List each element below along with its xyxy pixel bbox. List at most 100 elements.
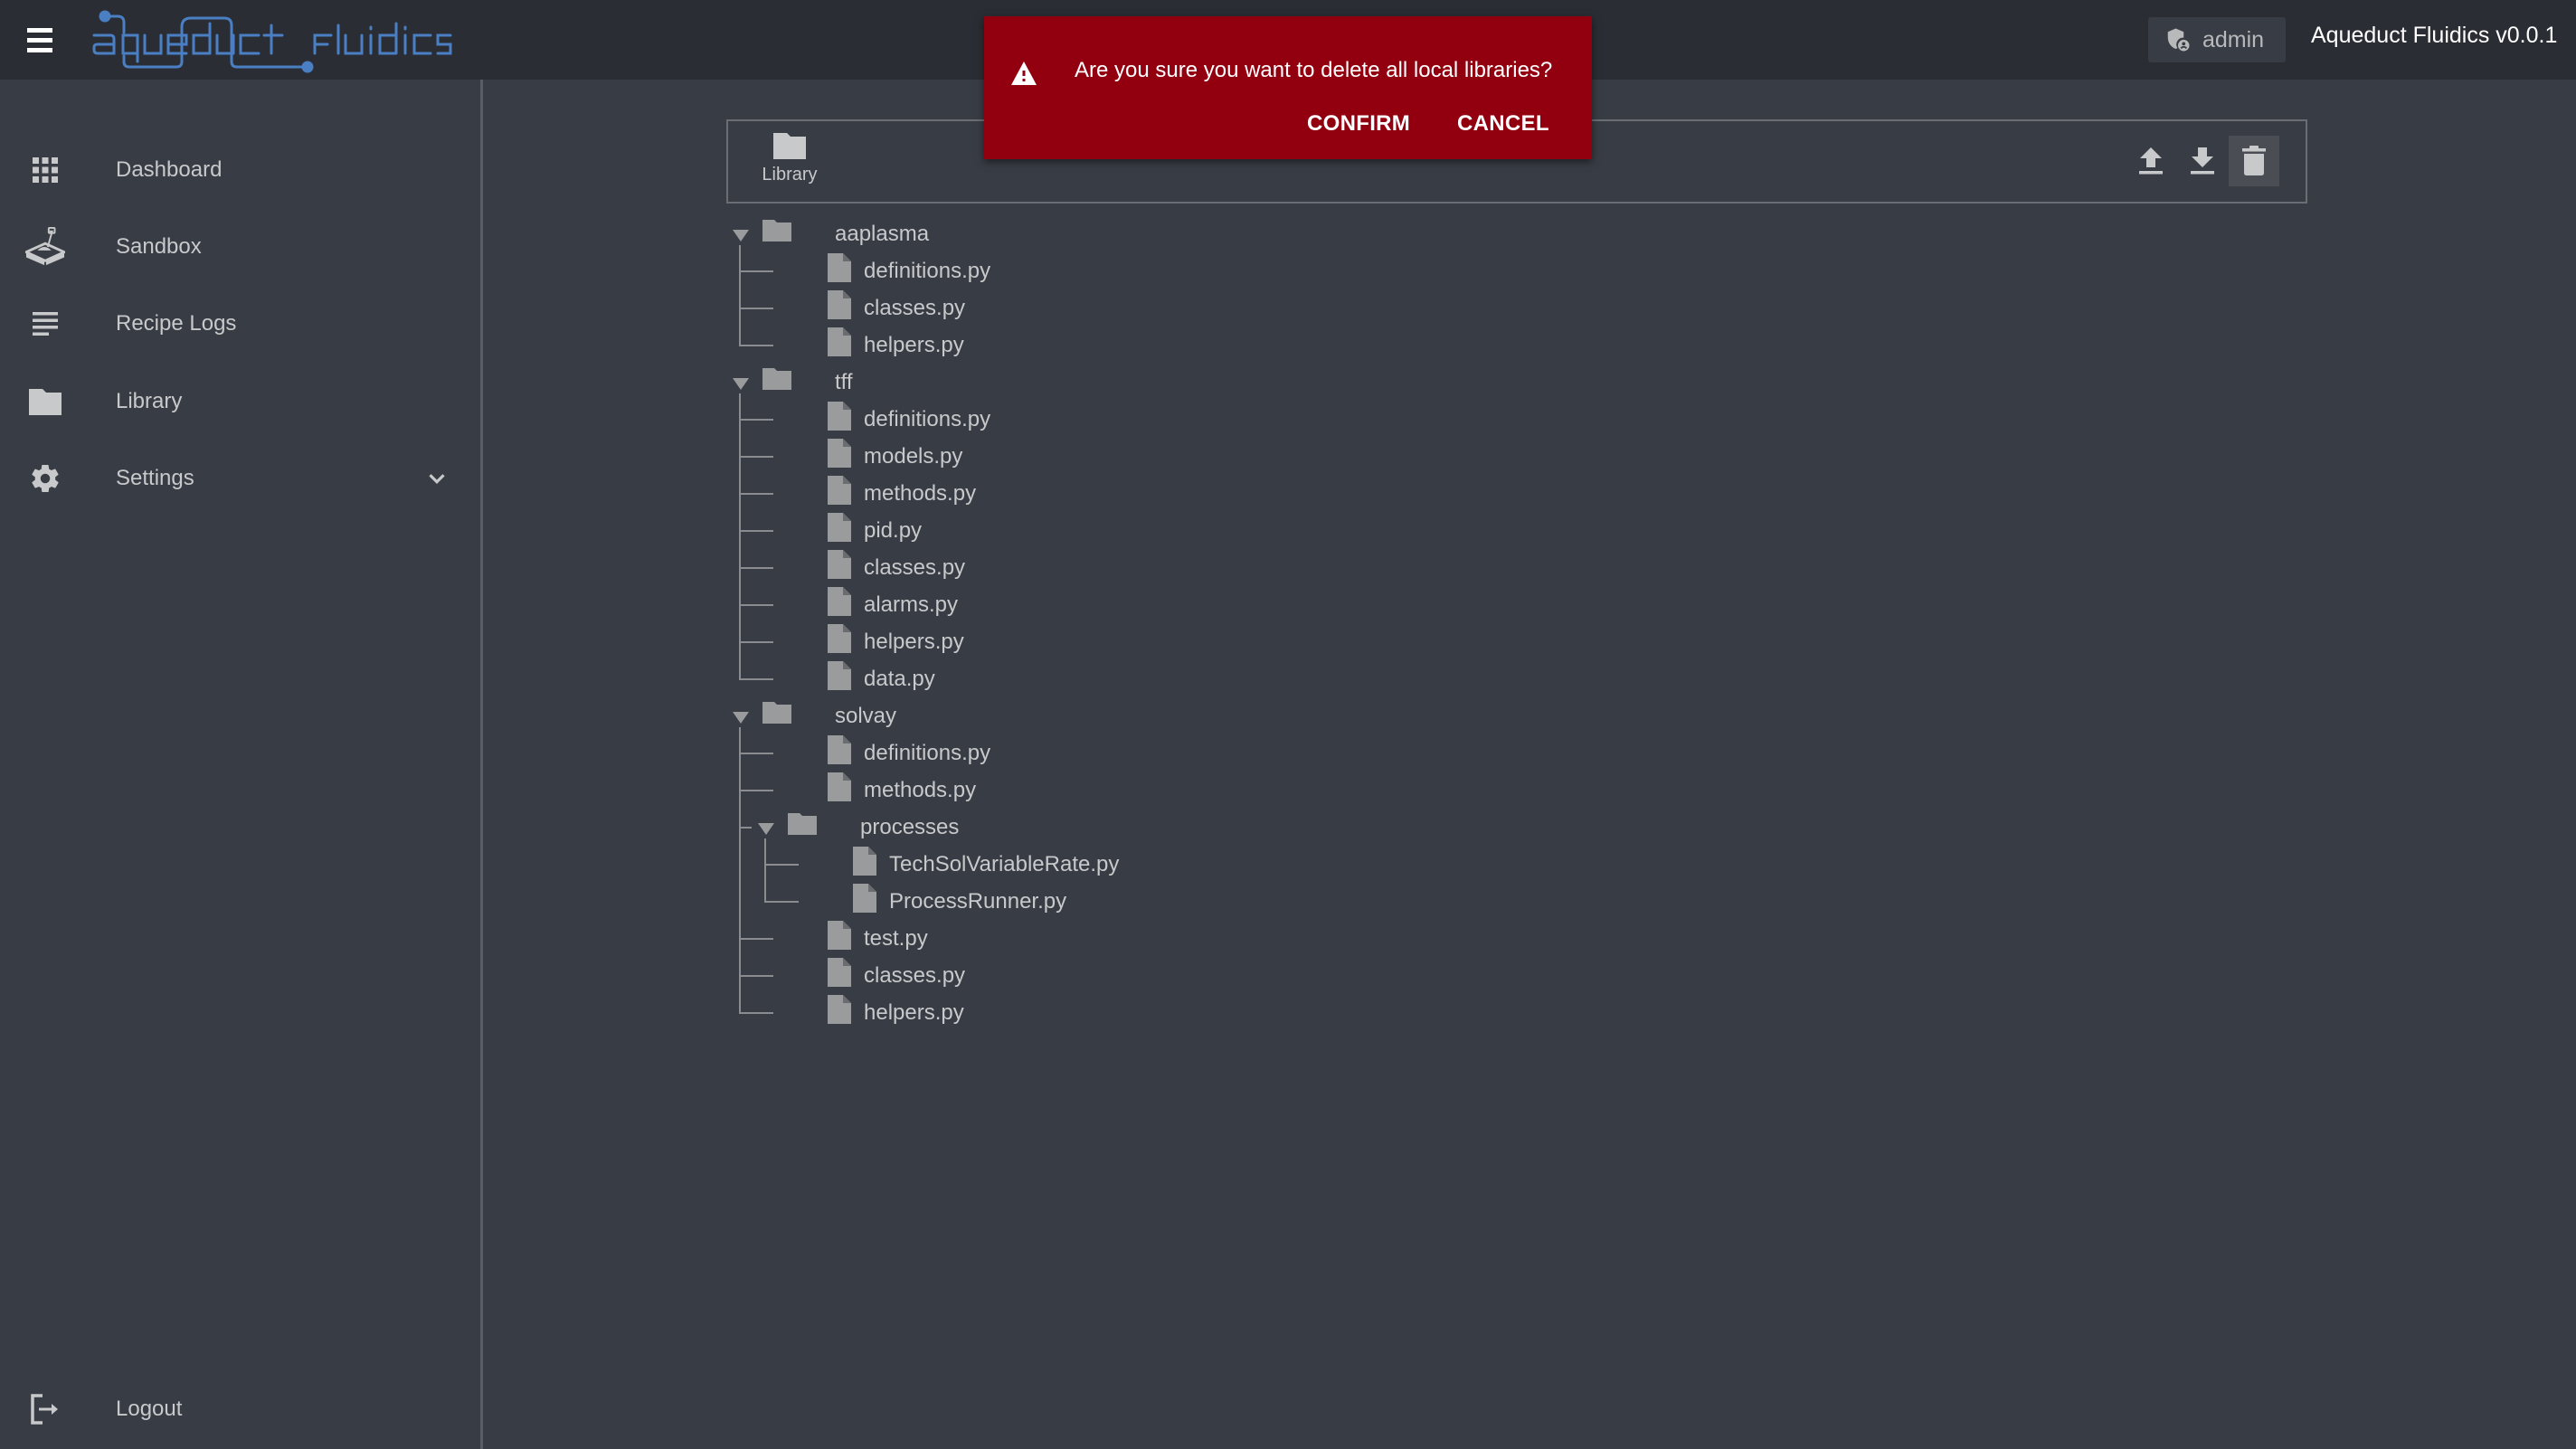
expand-arrow-icon[interactable] — [733, 372, 749, 397]
tree-branch-line — [739, 641, 773, 643]
tree-branch-line — [764, 901, 799, 903]
folder-icon — [773, 133, 806, 159]
tree-branch-line — [739, 678, 773, 680]
sandbox-icon — [25, 227, 65, 267]
file-icon — [828, 476, 851, 511]
tree-branch-line — [739, 790, 773, 791]
cancel-button[interactable]: CANCEL — [1444, 103, 1562, 145]
file-name: helpers.py — [864, 999, 964, 1025]
file-name: classes.py — [864, 962, 966, 988]
file-name: definitions.py — [864, 406, 991, 431]
library-tab-label: Library — [762, 165, 818, 185]
file-icon — [828, 253, 851, 289]
library-tab[interactable]: Library — [753, 132, 826, 197]
file-name: pid.py — [864, 517, 923, 543]
tree-file-row[interactable]: pid.py — [828, 512, 922, 549]
hamburger-menu-icon[interactable] — [24, 24, 67, 56]
file-name: ProcessRunner.py — [889, 888, 1067, 914]
sidebar-item-dashboard[interactable]: Dashboard — [0, 134, 480, 206]
sidebar: Dashboard Sandbox Recipe Logs Library Se… — [0, 80, 483, 1449]
sidebar-item-library[interactable]: Library — [0, 365, 480, 438]
file-name: definitions.py — [864, 740, 991, 765]
tree-folder-row[interactable]: processes — [758, 809, 959, 846]
upload-button[interactable] — [2126, 136, 2176, 186]
app-version: Aqueduct Fluidics v0.0.1 — [2311, 23, 2558, 48]
folder-name: aaplasma — [835, 221, 930, 246]
file-name: test.py — [864, 925, 928, 951]
list-lines-icon — [25, 304, 65, 344]
sidebar-item-sandbox[interactable]: Sandbox — [0, 211, 480, 283]
tree-branch-line — [739, 456, 773, 458]
file-icon — [828, 327, 851, 363]
expand-arrow-icon[interactable] — [733, 706, 749, 731]
tree-file-row[interactable]: data.py — [828, 660, 935, 697]
folder-icon — [788, 813, 817, 841]
tree-file-row[interactable]: methods.py — [828, 475, 976, 512]
folder-name: solvay — [835, 703, 897, 728]
user-badge[interactable]: admin — [2148, 17, 2286, 62]
file-name: classes.py — [864, 554, 966, 580]
user-badge-label: admin — [2202, 26, 2265, 52]
tree-file-row[interactable]: definitions.py — [828, 401, 990, 438]
tree-file-row[interactable]: methods.py — [828, 772, 976, 809]
tree-file-row[interactable]: classes.py — [828, 957, 965, 994]
folder-icon — [762, 368, 791, 396]
file-icon — [828, 290, 851, 326]
file-icon — [828, 921, 851, 956]
sidebar-item-settings[interactable]: Settings — [0, 442, 480, 515]
aqueduct-fluidics-logo[interactable] — [90, 5, 452, 74]
file-icon — [828, 439, 851, 474]
tree-file-row[interactable]: helpers.py — [828, 994, 964, 1031]
tree-file-row[interactable]: helpers.py — [828, 327, 964, 364]
confirm-button[interactable]: CONFIRM — [1294, 103, 1423, 145]
tree-file-row[interactable]: TechSolVariableRate.py — [853, 846, 1119, 883]
tree-branch-line — [739, 345, 773, 346]
tree-folder-row[interactable]: tff — [733, 364, 853, 401]
sidebar-item-label: Logout — [116, 1397, 183, 1421]
file-icon — [828, 995, 851, 1030]
upload-icon — [2139, 147, 2163, 175]
tree-folder-row[interactable]: solvay — [733, 697, 896, 734]
file-name: helpers.py — [864, 332, 964, 357]
warning-icon — [1011, 62, 1037, 85]
tree-file-row[interactable]: models.py — [828, 438, 962, 475]
tree-branch-line — [739, 753, 773, 754]
tree-branch-line — [739, 938, 773, 940]
sidebar-item-logout[interactable]: Logout — [0, 1373, 480, 1445]
file-icon — [828, 587, 851, 622]
grid-icon — [25, 150, 65, 190]
tree-branch-line — [739, 1012, 773, 1014]
tree-file-row[interactable]: helpers.py — [828, 623, 964, 660]
tree-file-row[interactable]: ProcessRunner.py — [853, 883, 1066, 920]
tree-guide-line — [739, 393, 741, 678]
tree-folder-row[interactable]: aaplasma — [733, 215, 929, 252]
tree-branch-line — [739, 308, 773, 309]
tree-file-row[interactable]: alarms.py — [828, 586, 958, 623]
delete-confirm-dialog: Are you sure you want to delete all loca… — [984, 16, 1592, 159]
logout-icon — [25, 1389, 65, 1429]
tree-file-row[interactable]: definitions.py — [828, 252, 990, 289]
sidebar-item-recipe-logs[interactable]: Recipe Logs — [0, 288, 480, 360]
tree-file-row[interactable]: classes.py — [828, 289, 965, 327]
delete-all-button[interactable] — [2229, 136, 2279, 186]
file-icon — [828, 958, 851, 993]
file-name: methods.py — [864, 777, 977, 802]
tree-file-row[interactable]: classes.py — [828, 549, 965, 586]
tree-guide-line — [739, 245, 741, 345]
expand-arrow-icon[interactable] — [733, 223, 749, 249]
file-icon — [828, 402, 851, 437]
expand-arrow-icon[interactable] — [758, 817, 774, 842]
folder-icon — [762, 702, 791, 730]
sidebar-item-label: Recipe Logs — [116, 311, 237, 336]
tree-branch-line — [739, 567, 773, 569]
tree-file-row[interactable]: definitions.py — [828, 734, 990, 772]
file-icon — [853, 884, 876, 919]
tree-file-row[interactable]: test.py — [828, 920, 928, 957]
tree-branch-line — [739, 604, 773, 606]
download-icon — [2191, 147, 2214, 175]
file-name: TechSolVariableRate.py — [889, 851, 1120, 876]
file-icon — [828, 624, 851, 659]
chevron-down-icon[interactable] — [423, 465, 450, 492]
download-button[interactable] — [2177, 136, 2228, 186]
gear-icon — [25, 459, 65, 498]
